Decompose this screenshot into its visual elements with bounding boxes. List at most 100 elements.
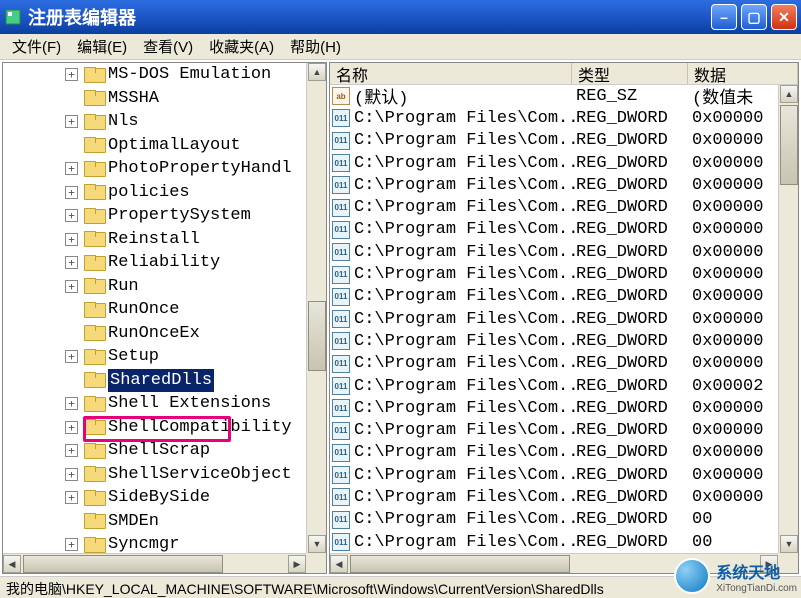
list-row[interactable]: 011C:\Program Files\Com...REG_DWORD0x000… — [330, 152, 778, 174]
tree-vertical-scrollbar[interactable]: ▲ ▼ — [306, 63, 326, 553]
folder-icon — [84, 372, 104, 388]
list-row[interactable]: 011C:\Program Files\Com...REG_DWORD0x000… — [330, 330, 778, 352]
folder-icon — [84, 537, 104, 553]
expand-icon[interactable]: + — [65, 468, 78, 481]
list-row[interactable]: 011C:\Program Files\Com...REG_DWORD00 — [330, 509, 778, 531]
scroll-right-icon[interactable]: ▶ — [760, 555, 778, 573]
registry-tree[interactable]: +MS-DOS Emulation+MSSHA+Nls+OptimalLayou… — [3, 63, 306, 553]
column-type[interactable]: 类型 — [572, 63, 688, 84]
tree-node[interactable]: +OptimalLayout — [65, 134, 306, 158]
tree-node[interactable]: +Syncmgr — [65, 533, 306, 553]
column-data[interactable]: 数据 — [688, 63, 798, 84]
tree-node[interactable]: +RunOnce — [65, 298, 306, 322]
expand-icon[interactable]: + — [65, 256, 78, 269]
tree-node[interactable]: +Setup — [65, 345, 306, 369]
tree-node[interactable]: +Reliability — [65, 251, 306, 275]
tree-horizontal-scrollbar[interactable]: ◀ ▶ — [3, 553, 306, 573]
tree-node[interactable]: +MSSHA — [65, 87, 306, 111]
list-row[interactable]: 011C:\Program Files\Com...REG_DWORD0x000… — [330, 130, 778, 152]
tree-node[interactable]: +ShellServiceObject — [65, 463, 306, 487]
menu-file[interactable]: 文件(F) — [4, 34, 69, 59]
list-row[interactable]: 011C:\Program Files\Com...REG_DWORD0x000… — [330, 442, 778, 464]
list-row[interactable]: 011C:\Program Files\Com...REG_DWORD0x000… — [330, 419, 778, 441]
tree-node[interactable]: +PropertySystem — [65, 204, 306, 228]
tree-node[interactable]: +ShellCompatibility — [65, 416, 306, 440]
list-row[interactable]: 011C:\Program Files\Com...REG_DWORD0x000… — [330, 263, 778, 285]
tree-node[interactable]: +SMDEn — [65, 510, 306, 534]
folder-icon — [84, 278, 104, 294]
tree-node[interactable]: +Run — [65, 275, 306, 299]
tree-node[interactable]: +Shell Extensions — [65, 392, 306, 416]
scroll-up-icon[interactable]: ▲ — [308, 63, 326, 81]
scroll-down-icon[interactable]: ▼ — [780, 535, 798, 553]
list-row[interactable]: 011C:\Program Files\Com...REG_DWORD0x000… — [330, 196, 778, 218]
tree-node[interactable]: +Reinstall — [65, 228, 306, 252]
tree-node[interactable]: +SideBySide — [65, 486, 306, 510]
expand-icon[interactable]: + — [65, 350, 78, 363]
list-row[interactable]: 011C:\Program Files\Com...REG_DWORD0x000… — [330, 219, 778, 241]
tree-node[interactable]: +SharedDlls — [65, 369, 306, 393]
tree-node[interactable]: +RunOnceEx — [65, 322, 306, 346]
scroll-corner — [306, 553, 326, 573]
menu-edit[interactable]: 编辑(E) — [69, 34, 135, 59]
list-row[interactable]: 011C:\Program Files\Com...REG_DWORD0x000… — [330, 397, 778, 419]
scroll-left-icon[interactable]: ◀ — [3, 555, 21, 573]
tree-node[interactable]: +PhotoPropertyHandl — [65, 157, 306, 181]
expand-icon[interactable]: + — [65, 538, 78, 551]
minimize-button[interactable]: – — [711, 4, 737, 30]
list-row[interactable]: 011C:\Program Files\Com...REG_DWORD0x000… — [330, 486, 778, 508]
tree-node[interactable]: +MS-DOS Emulation — [65, 63, 306, 87]
scroll-left-icon[interactable]: ◀ — [330, 555, 348, 573]
close-button[interactable]: ✕ — [771, 4, 797, 30]
expand-icon[interactable]: + — [65, 115, 78, 128]
cell-name: C:\Program Files\Com... — [354, 310, 576, 329]
cell-type: REG_DWORD — [576, 265, 692, 284]
list-row[interactable]: 011C:\Program Files\Com...REG_DWORD0x000… — [330, 286, 778, 308]
maximize-button[interactable]: ▢ — [741, 4, 767, 30]
expand-icon[interactable]: + — [65, 209, 78, 222]
scroll-up-icon[interactable]: ▲ — [780, 85, 798, 103]
cell-type: REG_DWORD — [576, 287, 692, 306]
menu-help[interactable]: 帮助(H) — [282, 34, 349, 59]
scroll-down-icon[interactable]: ▼ — [308, 535, 326, 553]
scroll-thumb[interactable] — [350, 555, 570, 573]
scroll-thumb[interactable] — [308, 301, 326, 371]
expand-icon[interactable]: + — [65, 68, 78, 81]
list-horizontal-scrollbar[interactable]: ◀ ▶ — [330, 553, 778, 573]
cell-name: C:\Program Files\Com... — [354, 131, 576, 150]
list-row[interactable]: 011C:\Program Files\Com...REG_DWORD0x000… — [330, 174, 778, 196]
folder-icon — [84, 161, 104, 177]
expand-icon[interactable]: + — [65, 421, 78, 434]
list-vertical-scrollbar[interactable]: ▲ ▼ — [778, 85, 798, 553]
list-row[interactable]: 011C:\Program Files\Com...REG_DWORD0x000… — [330, 375, 778, 397]
list-row[interactable]: 011C:\Program Files\Com...REG_DWORD0x000… — [330, 353, 778, 375]
expand-icon[interactable]: + — [65, 491, 78, 504]
expand-icon[interactable]: + — [65, 233, 78, 246]
scroll-thumb[interactable] — [23, 555, 223, 573]
tree-node[interactable]: +policies — [65, 181, 306, 205]
column-name[interactable]: 名称 — [330, 63, 572, 84]
expand-icon[interactable]: + — [65, 444, 78, 457]
list-row[interactable]: 011C:\Program Files\Com...REG_DWORD0x000… — [330, 464, 778, 486]
cell-name: C:\Program Files\Com... — [354, 443, 576, 462]
cell-type: REG_DWORD — [576, 220, 692, 239]
tree-node[interactable]: +Nls — [65, 110, 306, 134]
expand-icon[interactable]: + — [65, 186, 78, 199]
expand-icon[interactable]: + — [65, 162, 78, 175]
cell-type: REG_DWORD — [576, 421, 692, 440]
list-row[interactable]: 011C:\Program Files\Com...REG_DWORD0x000… — [330, 107, 778, 129]
expand-icon[interactable]: + — [65, 397, 78, 410]
expand-icon[interactable]: + — [65, 280, 78, 293]
client-area: +MS-DOS Emulation+MSSHA+Nls+OptimalLayou… — [0, 60, 801, 576]
list-row[interactable]: 011C:\Program Files\Com...REG_DWORD0x000… — [330, 241, 778, 263]
menu-favorites[interactable]: 收藏夹(A) — [201, 34, 282, 59]
list-row[interactable]: 011C:\Program Files\Com...REG_DWORD0x000… — [330, 308, 778, 330]
list-row[interactable]: ab(默认)REG_SZ(数值未 — [330, 85, 778, 107]
menu-view[interactable]: 查看(V) — [135, 34, 201, 59]
list-body[interactable]: ab(默认)REG_SZ(数值未011C:\Program Files\Com.… — [330, 85, 778, 553]
tree-node[interactable]: +ShellScrap — [65, 439, 306, 463]
scroll-thumb[interactable] — [780, 105, 798, 185]
list-row[interactable]: 011C:\Program Files\Com...REG_DWORD00 — [330, 531, 778, 553]
scroll-right-icon[interactable]: ▶ — [288, 555, 306, 573]
binary-value-icon: 011 — [332, 243, 350, 261]
